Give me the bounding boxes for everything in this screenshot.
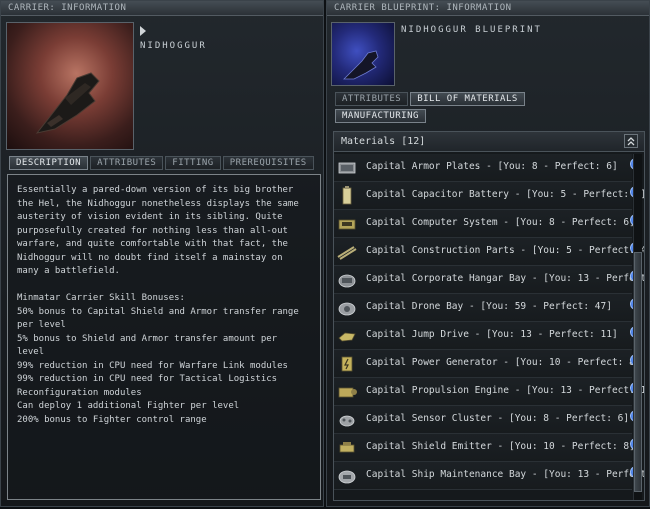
expand-arrow-icon[interactable] xyxy=(140,26,146,36)
material-label: Capital Propulsion Engine - [You: 13 - P… xyxy=(366,385,645,396)
material-label: Capital Jump Drive - [You: 13 - Perfect:… xyxy=(366,329,618,340)
material-row[interactable]: Capital Ship Maintenance Bay - [You: 13 … xyxy=(334,462,644,490)
material-row[interactable]: Capital Propulsion Engine - [You: 13 - P… xyxy=(334,378,644,406)
sensor-cluster-icon xyxy=(339,415,355,427)
jump-drive-icon xyxy=(338,332,356,342)
tab-attributes[interactable]: ATTRIBUTES xyxy=(90,156,164,170)
window-title: CARRIER: INFORMATION xyxy=(1,1,323,16)
material-label: Capital Ship Maintenance Bay - [You: 13 … xyxy=(366,469,645,480)
double-chevron-up-icon xyxy=(627,137,635,146)
bonus-line: 5% bonus to Shield and Armor transfer am… xyxy=(17,333,278,358)
materials-panel: Materials [12] Capital Armor Plates - [Y… xyxy=(333,131,645,501)
ship-name: NIDHOGGUR xyxy=(140,41,207,51)
bonus-line: 99% reduction in CPU need for Warfare Li… xyxy=(17,360,288,371)
materials-header[interactable]: Materials [12] xyxy=(334,132,644,152)
material-row[interactable]: Capital Shield Emitter - [You: 10 - Perf… xyxy=(334,434,642,462)
material-row[interactable]: Capital Construction Parts - [You: 5 - P… xyxy=(334,238,644,266)
description-panel: Essentially a pared-down version of its … xyxy=(7,174,321,500)
material-row[interactable]: Capital Power Generator - [You: 10 - Per… xyxy=(334,350,642,378)
tab-fitting[interactable]: FITTING xyxy=(165,156,221,170)
material-label: Capital Armor Plates - [You: 8 - Perfect… xyxy=(366,161,618,172)
ship-image xyxy=(6,22,134,150)
material-label: Capital Capacitor Battery - [You: 5 - Pe… xyxy=(366,189,645,200)
blueprint-ship-silhouette xyxy=(343,50,379,80)
bonus-line: Can deploy 1 additional Fighter per leve… xyxy=(17,401,240,411)
tab-bill-of-materials[interactable]: BILL OF MATERIALS xyxy=(410,92,525,106)
tab-manufacturing[interactable]: MANUFACTURING xyxy=(335,109,426,123)
material-row[interactable]: Capital Capacitor Battery - [You: 5 - Pe… xyxy=(334,182,644,210)
capacitor-battery-icon xyxy=(342,186,352,205)
description-intro: Essentially a pared-down version of its … xyxy=(17,185,299,276)
bonus-line: 200% bonus to Fighter control range xyxy=(17,414,207,425)
computer-system-icon xyxy=(338,219,356,230)
shield-emitter-icon xyxy=(339,442,355,453)
bonus-line: 50% bonus to Capital Shield and Armor tr… xyxy=(17,306,299,331)
material-row[interactable]: Capital Sensor Cluster - [You: 8 - Perfe… xyxy=(334,406,642,434)
material-row[interactable]: Capital Drone Bay - [You: 59 - Perfect: … xyxy=(334,294,642,322)
carrier-info-window: CARRIER: INFORMATION NIDHOGGUR DESCRIPTI… xyxy=(0,0,324,507)
tab-attributes[interactable]: ATTRIBUTES xyxy=(335,92,409,106)
tab-prerequisites[interactable]: PREREQUISITES xyxy=(222,156,314,170)
window-title: CARRIER BLUEPRINT: INFORMATION xyxy=(327,1,649,16)
material-row[interactable]: Capital Jump Drive - [You: 13 - Perfect:… xyxy=(334,322,642,350)
hangar-bay-icon xyxy=(338,274,356,288)
propulsion-engine-icon xyxy=(338,387,357,398)
blueprint-info-window: CARRIER BLUEPRINT: INFORMATION NIDHOGGUR… xyxy=(326,0,650,507)
bonus-header: Minmatar Carrier Skill Bonuses: xyxy=(17,293,185,303)
materials-header-label: Materials [12] xyxy=(341,136,426,147)
blueprint-image xyxy=(331,22,395,86)
description-text: Essentially a pared-down version of its … xyxy=(17,184,309,427)
tab-description[interactable]: DESCRIPTION xyxy=(9,156,89,170)
bonus-line: 99% reduction in CPU need for Tactical L… xyxy=(17,374,278,398)
material-label: Capital Construction Parts - [You: 5 - P… xyxy=(366,245,645,256)
maintenance-bay-icon xyxy=(338,470,356,484)
material-row[interactable]: Capital Armor Plates - [You: 8 - Perfect… xyxy=(334,154,642,182)
material-label: Capital Drone Bay - [You: 59 - Perfect: … xyxy=(366,301,612,312)
collapse-button[interactable] xyxy=(624,134,638,148)
armor-plates-icon xyxy=(338,162,356,174)
blueprint-tabs: ATTRIBUTES BILL OF MATERIALS xyxy=(335,92,525,106)
scrollbar-thumb[interactable] xyxy=(634,252,642,492)
material-label: Capital Sensor Cluster - [You: 8 - Perfe… xyxy=(366,413,630,424)
material-label: Capital Corporate Hangar Bay - [You: 13 … xyxy=(366,273,645,284)
material-label: Capital Shield Emitter - [You: 10 - Perf… xyxy=(366,441,635,452)
info-tabs: DESCRIPTION ATTRIBUTES FITTING PREREQUIS… xyxy=(9,156,314,170)
construction-parts-icon xyxy=(337,246,357,260)
materials-scrollbar[interactable] xyxy=(633,154,642,500)
material-label: Capital Power Generator - [You: 10 - Per… xyxy=(366,357,641,368)
blueprint-name: NIDHOGGUR BLUEPRINT xyxy=(401,25,542,35)
material-row[interactable]: Capital Corporate Hangar Bay - [You: 13 … xyxy=(334,266,644,294)
drone-bay-icon xyxy=(338,302,356,316)
material-label: Capital Computer System - [You: 8 - Perf… xyxy=(366,217,635,228)
manufacturing-subtabs: MANUFACTURING xyxy=(335,109,426,123)
ship-silhouette xyxy=(35,72,100,134)
power-generator-icon xyxy=(341,356,353,372)
material-row[interactable]: Capital Computer System - [You: 8 - Perf… xyxy=(334,210,642,238)
